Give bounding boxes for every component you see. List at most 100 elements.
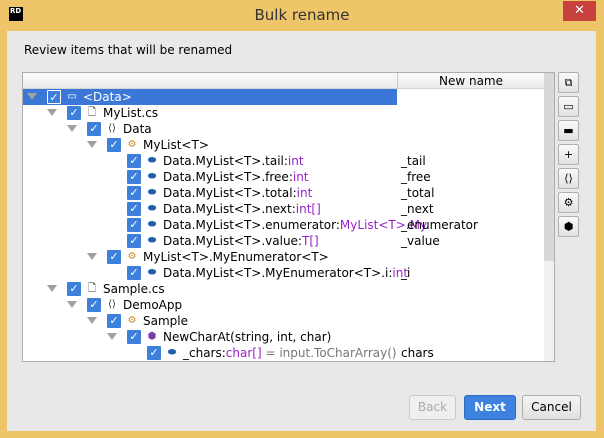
expand-arrow-icon[interactable] bbox=[27, 93, 37, 100]
tree-row[interactable]: ✓ ⬬ Data.MyList<T>.free:int _free bbox=[23, 169, 544, 185]
rename-tree[interactable]: New name ✓ ▭ <Data> ✓ 🗋 MyList.cs ✓ ⟨⟩ Data ✓ ⚙ MyL… bbox=[22, 72, 555, 362]
new-name-cell[interactable]: _total bbox=[401, 186, 434, 200]
new-name-cell[interactable]: _tail bbox=[401, 154, 426, 168]
back-button[interactable]: Back bbox=[409, 395, 456, 420]
item-name: Data.MyList<T>.next: bbox=[163, 202, 296, 216]
method-toolbar-button[interactable]: ⬢ bbox=[558, 216, 579, 237]
row-checkbox[interactable]: ✓ bbox=[127, 170, 141, 184]
tree-row[interactable]: ✓ ⬬ Data.MyList<T>.enumerator:MyList<T>.My… bbox=[23, 217, 544, 233]
local-variable-icon: ⬬ bbox=[167, 347, 177, 358]
row-checkbox[interactable]: ✓ bbox=[47, 90, 61, 104]
row-checkbox[interactable]: ✓ bbox=[67, 106, 81, 120]
title-bar: RD Bulk rename ✕ bbox=[0, 0, 604, 31]
expand-arrow-icon[interactable] bbox=[87, 317, 97, 324]
tree-row[interactable]: ✓ ⟨⟩ DemoApp bbox=[23, 297, 544, 313]
tree-row[interactable]: ✓ ⬢ NewCharAt(string, int, char) bbox=[23, 329, 544, 345]
tree-row[interactable]: ✓ ⬬ Data.MyList<T>.MyEnumerator<T>.i:int _i bbox=[23, 265, 544, 281]
tree-row[interactable]: ✓ ⬬ Data.MyList<T>.next:int[] _next bbox=[23, 201, 544, 217]
row-label-area[interactable]: ✓ ⬬ Data.MyList<T>.value:T[] bbox=[23, 233, 397, 249]
expand-arrow-icon[interactable] bbox=[67, 125, 77, 132]
row-label-area[interactable]: ✓ ⟨⟩ Data bbox=[23, 121, 397, 137]
scrollbar-thumb[interactable] bbox=[544, 73, 554, 261]
row-checkbox[interactable]: ✓ bbox=[127, 330, 141, 344]
row-label-area[interactable]: ✓ ⬬ Data.MyList<T>.enumerator:MyList<T>.My bbox=[23, 217, 427, 233]
tree-row[interactable]: ✓ ⬬ _chars:char[] = input.ToCharArray() cha… bbox=[23, 345, 544, 361]
row-label-area[interactable]: ✓ ⬬ _chars:char[] = input.ToCharArray() bbox=[23, 345, 397, 361]
expand-arrow-icon[interactable] bbox=[47, 285, 57, 292]
row-label-area[interactable]: ✓ ⚙ Sample bbox=[23, 313, 397, 329]
new-name-cell[interactable]: _i bbox=[401, 266, 410, 280]
row-checkbox[interactable]: ✓ bbox=[87, 298, 101, 312]
collapse-all-toolbar-button[interactable]: ⧉ bbox=[558, 72, 579, 93]
new-name-cell[interactable]: _next bbox=[401, 202, 434, 216]
expand-arrow-icon[interactable] bbox=[87, 141, 97, 148]
row-label: MyList<T>.MyEnumerator<T> bbox=[143, 250, 329, 264]
item-type: int bbox=[296, 186, 313, 200]
item-name: Sample.cs bbox=[103, 282, 165, 296]
csharp-project-toolbar-button[interactable]: ▭ bbox=[558, 96, 579, 117]
tree-row[interactable]: ✓ ⚙ MyList<T> bbox=[23, 137, 544, 153]
row-checkbox[interactable]: ✓ bbox=[127, 266, 141, 280]
row-label-area[interactable]: ✓ 🗋 Sample.cs bbox=[23, 281, 397, 297]
tree-row[interactable]: ✓ ⚙ Sample bbox=[23, 313, 544, 329]
row-checkbox[interactable]: ✓ bbox=[127, 186, 141, 200]
column-header-new-name[interactable]: New name bbox=[398, 74, 544, 88]
vertical-scrollbar[interactable] bbox=[544, 73, 554, 361]
row-label-area[interactable]: ✓ ⟨⟩ DemoApp bbox=[23, 297, 397, 313]
row-label-area[interactable]: ✓ ⬬ Data.MyList<T>.next:int[] bbox=[23, 201, 397, 217]
tree-row[interactable]: ✓ ⬬ Data.MyList<T>.value:T[] _value bbox=[23, 233, 544, 249]
expand-arrow-icon[interactable] bbox=[47, 109, 57, 116]
new-name-cell[interactable]: chars bbox=[401, 346, 434, 360]
row-label-area[interactable]: ✓ ⬬ Data.MyList<T>.MyEnumerator<T>.i:int bbox=[23, 265, 408, 281]
tree-row[interactable]: ✓ ⟨⟩ Data bbox=[23, 121, 544, 137]
expand-arrow-icon[interactable] bbox=[67, 301, 77, 308]
row-checkbox[interactable]: ✓ bbox=[67, 282, 81, 296]
tree-row[interactable]: ✓ ⚙ MyList<T>.MyEnumerator<T> bbox=[23, 249, 544, 265]
namespace-toolbar-button[interactable]: ⟨⟩ bbox=[558, 168, 579, 189]
item-type: int bbox=[287, 154, 304, 168]
row-label-area[interactable]: ✓ ⚙ MyList<T>.MyEnumerator<T> bbox=[23, 249, 397, 265]
row-checkbox[interactable]: ✓ bbox=[127, 234, 141, 248]
row-label-area[interactable]: ✓ ▭ <Data> bbox=[23, 89, 397, 105]
tree-row[interactable]: ✓ ⬬ Data.MyList<T>.tail:int _tail bbox=[23, 153, 544, 169]
row-checkbox[interactable]: ✓ bbox=[127, 154, 141, 168]
row-checkbox[interactable]: ✓ bbox=[107, 250, 121, 264]
tree-header: New name bbox=[23, 73, 544, 89]
add-file-toolbar-button[interactable]: + bbox=[558, 144, 579, 165]
class-icon: ⚙ bbox=[127, 315, 137, 326]
next-button[interactable]: Next bbox=[464, 395, 516, 420]
new-name-cell[interactable]: _enumerator bbox=[401, 218, 478, 232]
field-icon: ⬬ bbox=[147, 171, 157, 182]
row-checkbox[interactable]: ✓ bbox=[147, 346, 161, 360]
row-checkbox[interactable]: ✓ bbox=[127, 218, 141, 232]
row-checkbox[interactable]: ✓ bbox=[127, 202, 141, 216]
item-name: Data.MyList<T>.value: bbox=[163, 234, 302, 248]
row-checkbox[interactable]: ✓ bbox=[87, 122, 101, 136]
class-toolbar-button[interactable]: ⚙ bbox=[558, 192, 579, 213]
row-label: Data.MyList<T>.value:T[] bbox=[163, 234, 319, 248]
row-label-area[interactable]: ✓ ⬢ NewCharAt(string, int, char) bbox=[23, 329, 397, 345]
row-checkbox[interactable]: ✓ bbox=[107, 314, 121, 328]
tree-row[interactable]: ✓ ⬬ Data.MyList<T>.total:int _total bbox=[23, 185, 544, 201]
tree-row[interactable]: ✓ 🗋 MyList.cs bbox=[23, 105, 544, 121]
row-label: MyList.cs bbox=[103, 106, 158, 120]
close-button[interactable]: ✕ bbox=[563, 1, 596, 21]
method-icon: ⬢ bbox=[563, 220, 574, 233]
item-name: MyList<T> bbox=[143, 138, 209, 152]
row-label-area[interactable]: ✓ ⬬ Data.MyList<T>.free:int bbox=[23, 169, 397, 185]
row-label-area[interactable]: ✓ ⬬ Data.MyList<T>.tail:int bbox=[23, 153, 397, 169]
expand-arrow-icon[interactable] bbox=[107, 333, 117, 340]
row-checkbox[interactable]: ✓ bbox=[107, 138, 121, 152]
new-name-cell[interactable]: _free bbox=[401, 170, 431, 184]
tree-row[interactable]: ✓ ▭ <Data> bbox=[23, 89, 544, 105]
cancel-button[interactable]: Cancel bbox=[522, 395, 581, 420]
tree-row[interactable]: ✓ 🗋 Sample.cs bbox=[23, 281, 544, 297]
row-label-area[interactable]: ✓ 🗋 MyList.cs bbox=[23, 105, 397, 121]
row-label-area[interactable]: ✓ ⬬ Data.MyList<T>.total:int bbox=[23, 185, 397, 201]
new-name-cell[interactable]: _value bbox=[401, 234, 440, 248]
row-label: _chars:char[] = input.ToCharArray() bbox=[183, 346, 397, 360]
row-label-area[interactable]: ✓ ⚙ MyList<T> bbox=[23, 137, 397, 153]
expand-arrow-icon[interactable] bbox=[87, 253, 97, 260]
folder-toolbar-button[interactable]: ▬ bbox=[558, 120, 579, 141]
row-label: Sample.cs bbox=[103, 282, 165, 296]
